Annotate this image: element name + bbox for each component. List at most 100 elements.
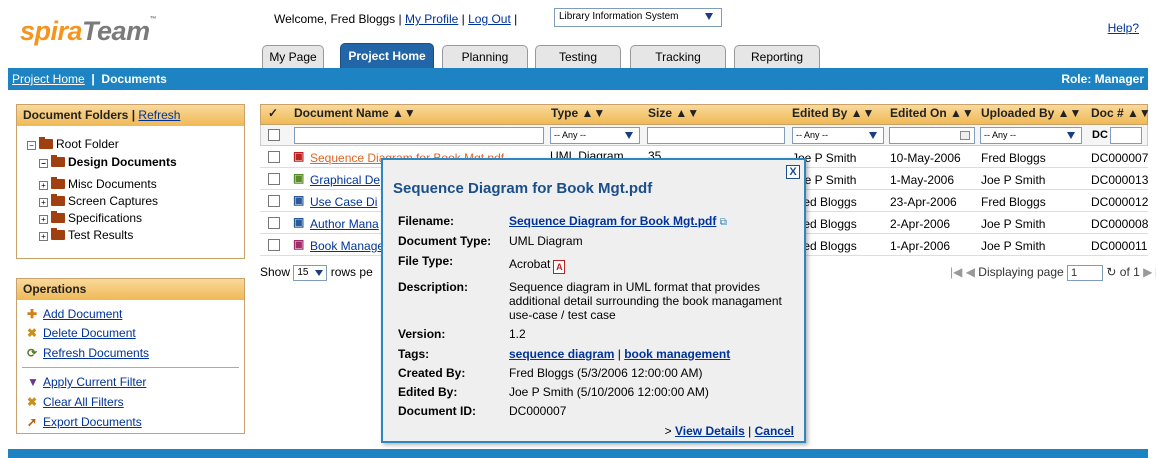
- edited-on-cell: 1-Apr-2006: [890, 239, 951, 253]
- column-header-type[interactable]: Type ▲▼: [551, 106, 605, 120]
- chevron-down-icon: [1067, 132, 1075, 139]
- tag-link[interactable]: sequence diagram: [509, 347, 614, 361]
- tree-item-test-results[interactable]: + Test Results: [39, 228, 133, 242]
- column-header-name[interactable]: Document Name ▲▼: [294, 106, 416, 120]
- folder-icon: [39, 137, 53, 149]
- edited-on-cell: 1-May-2006: [890, 173, 955, 187]
- folder-icon: [51, 155, 65, 167]
- column-header-uploaded-by[interactable]: Uploaded By ▲▼: [981, 106, 1081, 120]
- help-link[interactable]: Help?: [1108, 21, 1139, 35]
- apply-filter-link[interactable]: Apply Current Filter: [43, 375, 146, 389]
- expand-icon[interactable]: +: [39, 198, 48, 207]
- tree-root[interactable]: − Root Folder: [27, 137, 119, 151]
- row-checkbox[interactable]: [268, 151, 280, 163]
- add-document-item[interactable]: ✚ Add Document: [27, 307, 122, 321]
- expand-icon[interactable]: +: [39, 215, 48, 224]
- prev-page-icon[interactable]: ◀: [966, 265, 975, 279]
- document-name-link[interactable]: Use Case Di: [310, 195, 377, 209]
- column-header-size[interactable]: Size ▲▼: [648, 106, 699, 120]
- document-file-icon: ▣: [293, 237, 305, 251]
- page-number-input[interactable]: 1: [1067, 265, 1104, 281]
- column-header-edited-by[interactable]: Edited By ▲▼: [792, 106, 874, 120]
- uploaded-by-cell: Joe P Smith: [981, 173, 1046, 187]
- first-page-icon[interactable]: |◀: [950, 265, 962, 279]
- doc-number-filter-input[interactable]: [1110, 127, 1142, 144]
- breadcrumb-separator: |: [91, 72, 95, 86]
- document-name-link[interactable]: Book Manage: [310, 239, 384, 253]
- folder-icon: [51, 228, 65, 240]
- tab-my-page[interactable]: My Page: [262, 45, 324, 68]
- column-header-doc-number[interactable]: Doc # ▲▼: [1091, 106, 1151, 120]
- add-document-link[interactable]: Add Document: [43, 307, 122, 321]
- document-name-link[interactable]: Author Mana: [310, 217, 379, 231]
- view-details-arrow: >: [664, 424, 672, 438]
- file-type-text: Acrobat: [509, 257, 551, 271]
- row-checkbox[interactable]: [268, 217, 280, 229]
- rows-per-page-select[interactable]: 15: [293, 265, 328, 281]
- edited-by-label: Edited By:: [398, 385, 458, 399]
- calendar-icon[interactable]: [960, 131, 970, 140]
- folder-icon: [51, 211, 65, 223]
- refresh-documents-item[interactable]: ⟳ Refresh Documents: [27, 346, 149, 360]
- select-all-checkbox[interactable]: [268, 129, 280, 141]
- tab-testing[interactable]: Testing: [535, 45, 621, 68]
- project-select[interactable]: Library Information System: [554, 8, 722, 27]
- pdf-icon: A: [553, 260, 566, 274]
- apply-filter-item[interactable]: ▼ Apply Current Filter: [27, 375, 146, 389]
- tree-item-screen-captures[interactable]: + Screen Captures: [39, 194, 158, 208]
- refresh-documents-link[interactable]: Refresh Documents: [43, 346, 149, 360]
- uploaded-by-filter-select[interactable]: -- Any --: [980, 127, 1082, 144]
- edited-on-filter-input[interactable]: [889, 127, 975, 144]
- tab-reporting[interactable]: Reporting: [734, 45, 820, 68]
- column-header-edited-on[interactable]: Edited On ▲▼: [890, 106, 974, 120]
- tree-item-label: Misc Documents: [68, 177, 157, 191]
- operations-header: Operations: [17, 279, 244, 300]
- chevron-down-icon: [315, 270, 324, 276]
- view-details-link[interactable]: View Details: [675, 424, 745, 438]
- edited-on-cell: 23-Apr-2006: [890, 195, 957, 209]
- row-checkbox[interactable]: [268, 173, 280, 185]
- popup-actions: > View Details | Cancel: [665, 424, 794, 438]
- select-all-header[interactable]: ✓: [268, 106, 278, 120]
- export-documents-link[interactable]: Export Documents: [43, 415, 142, 429]
- type-filter-select[interactable]: -- Any --: [550, 127, 640, 144]
- row-checkbox[interactable]: [268, 195, 280, 207]
- tag-link[interactable]: book management: [624, 347, 730, 361]
- doc-number-prefix: DC: [1092, 129, 1108, 141]
- tree-item-misc-documents[interactable]: + Misc Documents: [39, 177, 157, 191]
- collapse-icon[interactable]: −: [39, 159, 48, 168]
- row-checkbox[interactable]: [268, 239, 280, 251]
- name-filter-input[interactable]: [294, 127, 544, 144]
- log-out-link[interactable]: Log Out: [468, 12, 511, 26]
- tab-planning[interactable]: Planning: [442, 45, 528, 68]
- open-window-icon[interactable]: ⧉: [720, 217, 727, 228]
- document-name-link[interactable]: Graphical De: [310, 173, 380, 187]
- delete-document-link[interactable]: Delete Document: [43, 326, 136, 340]
- size-filter-input[interactable]: [647, 127, 785, 144]
- tree-item-design-documents[interactable]: − Design Documents: [39, 155, 177, 169]
- filename-link[interactable]: Sequence Diagram for Book Mgt.pdf: [509, 214, 716, 228]
- tab-tracking[interactable]: Tracking: [630, 45, 726, 68]
- version-value: 1.2: [509, 327, 526, 341]
- delete-document-item[interactable]: ✖ Delete Document: [27, 326, 136, 340]
- export-documents-item[interactable]: ➚ Export Documents: [27, 415, 142, 429]
- expand-icon[interactable]: +: [39, 181, 48, 190]
- document-folders-panel: Document Folders | Refresh − Root Folder …: [16, 104, 245, 259]
- cancel-link[interactable]: Cancel: [755, 424, 794, 438]
- expand-icon[interactable]: +: [39, 232, 48, 241]
- project-select-value: Library Information System: [559, 11, 679, 22]
- tree-item-specifications[interactable]: + Specifications: [39, 211, 142, 225]
- clear-filters-link[interactable]: Clear All Filters: [43, 395, 124, 409]
- chevron-down-icon: [625, 132, 633, 139]
- collapse-icon[interactable]: −: [27, 141, 36, 150]
- refresh-folders-link[interactable]: Refresh: [138, 108, 180, 122]
- diagram-file-icon: ▣: [293, 193, 305, 207]
- clear-filters-item[interactable]: ✖ Clear All Filters: [27, 395, 124, 409]
- close-icon[interactable]: X: [786, 165, 800, 179]
- my-profile-link[interactable]: My Profile: [405, 12, 458, 26]
- breadcrumb-project-home[interactable]: Project Home: [12, 72, 85, 86]
- go-page-icon[interactable]: ↻: [1106, 265, 1116, 279]
- edited-by-filter-select[interactable]: -- Any --: [792, 127, 884, 144]
- tab-project-home[interactable]: Project Home: [340, 43, 434, 68]
- next-page-icon[interactable]: ▶: [1143, 265, 1152, 279]
